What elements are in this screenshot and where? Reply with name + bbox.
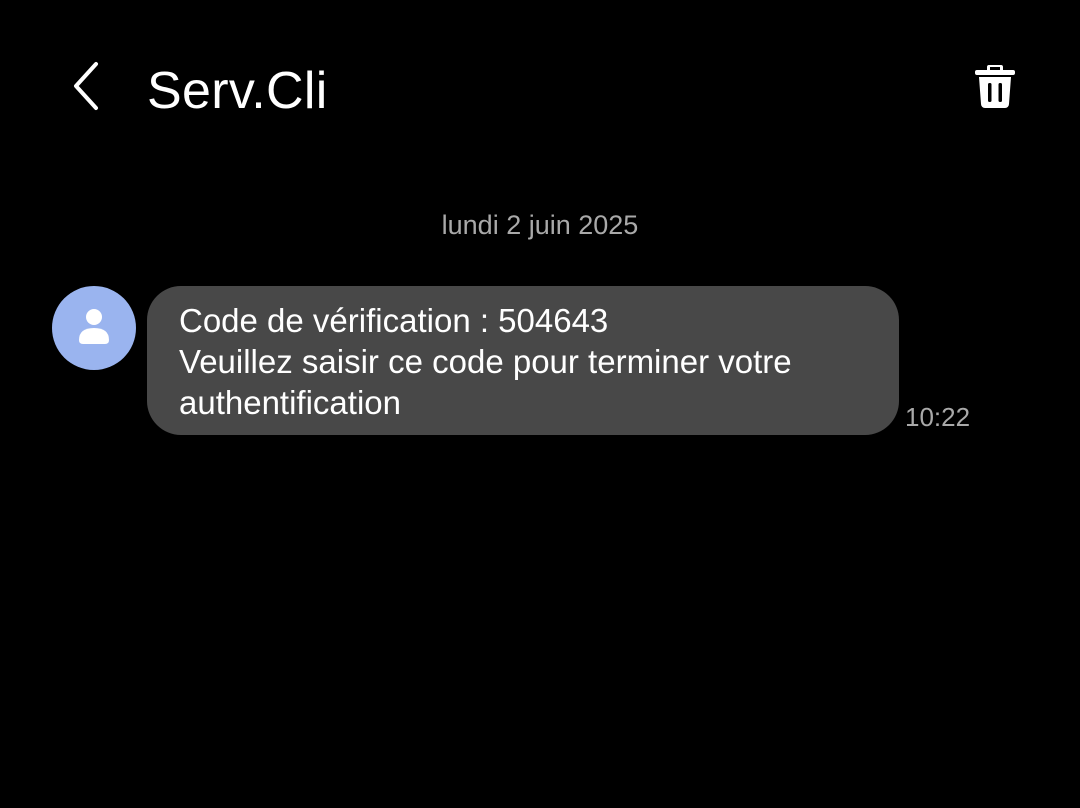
message-text-line: Code de vérification : 504643 [179,302,609,339]
person-icon [76,306,112,351]
message-timestamp: 10:22 [905,402,971,432]
back-button[interactable] [58,56,118,120]
message-text-line: authentification [179,384,401,421]
app-header: Serv.Cli [0,0,1080,180]
message-text-line: Veuillez saisir ce code pour terminer vo… [179,343,792,380]
chevron-left-icon [68,58,108,119]
delete-button[interactable] [964,56,1026,120]
message-bubble[interactable]: Code de vérification : 504643 Veuillez s… [147,286,899,435]
date-separator: lundi 2 juin 2025 [441,210,639,240]
trash-icon [973,62,1017,115]
conversation-title: Serv.Cli [147,62,328,120]
avatar[interactable] [52,286,136,370]
